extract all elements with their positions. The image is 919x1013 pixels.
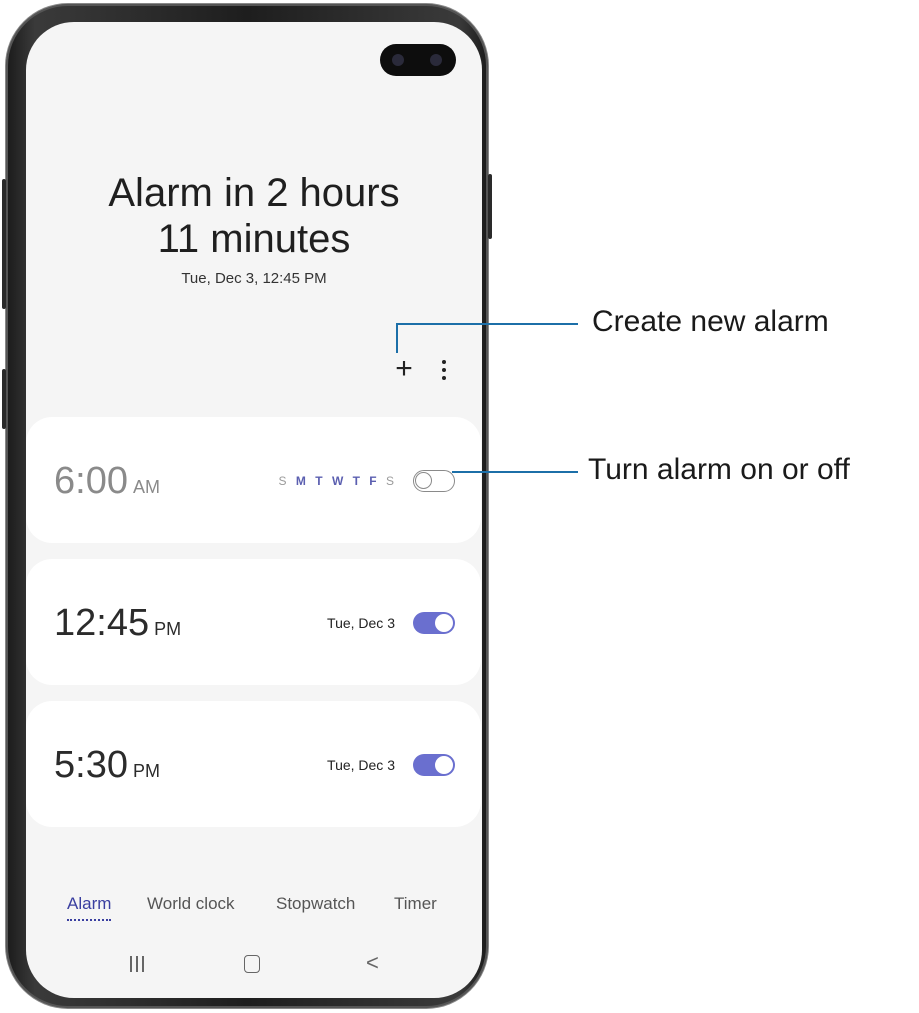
power-button [488,174,492,239]
alarm-time: 5:30 PM [54,744,160,786]
phone-screen: Alarm in 2 hours 11 minutes Tue, Dec 3, … [26,22,482,998]
add-alarm-button[interactable]: + [390,354,418,384]
alarm-date: Tue, Dec 3 [327,615,395,631]
next-alarm-datetime: Tue, Dec 3, 12:45 PM [181,270,327,287]
day-saturday: S [385,474,397,488]
day-thursday: T [352,474,363,488]
back-icon[interactable]: < [366,952,379,974]
front-camera [380,44,456,76]
day-tuesday: T [315,474,326,488]
tab-stopwatch[interactable]: Stopwatch [276,894,355,914]
callout-pointer-add [396,323,398,353]
alarm-card-3[interactable]: 5:30 PM Tue, Dec 3 [26,701,481,827]
home-icon[interactable] [244,955,260,973]
day-monday: M [295,474,309,488]
alarm-time: 12:45 PM [54,602,182,644]
callout-create-new-alarm: Create new alarm [592,305,829,338]
day-friday: F [369,474,380,488]
alarm-countdown-line1: Alarm in 2 hours [108,171,400,215]
day-wednesday: W [331,474,347,488]
callout-leader-toggle [452,471,578,473]
more-options-icon[interactable] [436,358,452,382]
repeat-days: S M T W T F S [279,474,397,488]
alarm-summary: Alarm in 2 hours 11 minutes Tue, Dec 3, … [26,170,482,287]
navigation-bar: < [26,952,482,982]
tab-timer[interactable]: Timer [394,894,437,914]
alarm-time: 6:00 AM [54,460,160,502]
tab-alarm[interactable]: Alarm [67,894,112,921]
alarm-card-1[interactable]: 6:00 AM S M T W T F S [26,417,481,543]
alarm-toggle[interactable] [413,612,455,634]
alarm-card-2[interactable]: 12:45 PM Tue, Dec 3 [26,559,481,685]
volume-button [2,179,6,309]
day-sunday: S [278,474,290,488]
alarm-countdown-line2: 11 minutes [157,217,351,261]
recent-apps-icon[interactable] [130,956,146,972]
bixby-button [2,369,6,429]
tab-world-clock[interactable]: World clock [147,894,235,914]
bottom-tabs: Alarm World clock Stopwatch Timer [26,894,482,922]
callout-leader-add [396,323,578,325]
alarm-toggle[interactable] [413,754,455,776]
phone-frame: Alarm in 2 hours 11 minutes Tue, Dec 3, … [2,4,492,1008]
alarm-toggle[interactable] [413,470,455,492]
callout-turn-alarm-on-off: Turn alarm on or off [588,453,850,486]
alarm-date: Tue, Dec 3 [327,757,395,773]
